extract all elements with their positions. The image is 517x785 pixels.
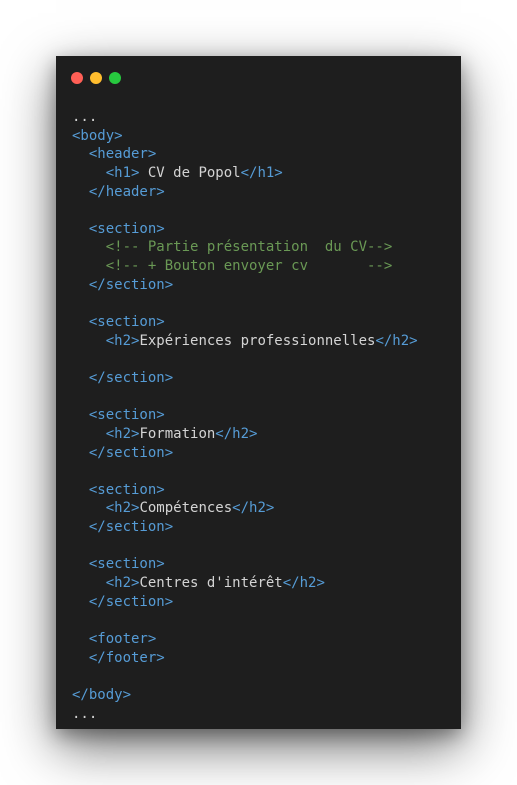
code-token-tag: </section> (72, 369, 174, 386)
code-token-tag: <h2> (72, 425, 140, 442)
window-controls (71, 72, 121, 84)
code-line: <h2>Expériences professionnelles</h2> (72, 332, 418, 351)
code-token-tag: </h2> (282, 575, 325, 592)
code-line: <footer> (72, 630, 418, 649)
code-line: ... (72, 705, 418, 724)
code-line: <section> (72, 481, 418, 500)
code-token-comment: <!-- Partie présentation du CV--> (72, 239, 393, 256)
code-line: <section> (72, 220, 418, 239)
code-line: <h1> CV de Popol</h1> (72, 164, 418, 183)
code-line: <section> (72, 555, 418, 574)
code-token-tag: </h2> (215, 425, 258, 442)
code-token-tag: <section> (72, 556, 165, 573)
code-line: <!-- + Bouton envoyer cv --> (72, 257, 418, 276)
code-token-tag: <section> (72, 481, 165, 498)
code-token-tag: <section> (72, 220, 165, 237)
code-token-tag: <h2> (72, 575, 140, 592)
code-line: </section> (72, 593, 418, 612)
code-line: </section> (72, 444, 418, 463)
code-token-tag: </h2> (375, 332, 418, 349)
code-token-text: Compétences (139, 500, 233, 517)
code-token-tag: </section> (72, 444, 174, 461)
code-token-tag: </footer> (72, 649, 165, 666)
code-token-text: CV de Popol (139, 164, 241, 181)
code-token-tag: <header> (72, 146, 157, 163)
code-token-comment: <!-- + Bouton envoyer cv --> (72, 258, 393, 275)
maximize-control[interactable] (109, 72, 121, 84)
code-line: <!-- Partie présentation du CV--> (72, 238, 418, 257)
code-token-tag: <h2> (72, 500, 140, 517)
code-line: <h2>Centres d'intérêt</h2> (72, 574, 418, 593)
code-window: ... <body> <header> <h1> CV de Popol</h1>… (56, 56, 461, 729)
code-token-tag: </h1> (240, 164, 283, 181)
minimize-control[interactable] (90, 72, 102, 84)
code-token-tag: <body> (72, 127, 123, 144)
code-line: <header> (72, 145, 418, 164)
code-token-tag: </h2> (232, 500, 275, 517)
code-line: <body> (72, 127, 418, 146)
code-token-tag: </section> (72, 276, 174, 293)
code-line: </body> (72, 686, 418, 705)
code-block: ... <body> <header> <h1> CV de Popol</h1>… (72, 108, 418, 723)
code-line: <section> (72, 313, 418, 332)
code-token-tag: </section> (72, 593, 174, 610)
code-line: <section> (72, 406, 418, 425)
code-token-tag: <footer> (72, 630, 157, 647)
code-line: <h2>Formation</h2> (72, 425, 418, 444)
code-line: ... (72, 108, 418, 127)
code-token-tag: </header> (72, 183, 165, 200)
code-line: </header> (72, 183, 418, 202)
code-line: </section> (72, 276, 418, 295)
code-line: <h2>Compétences</h2> (72, 499, 418, 518)
code-line: </section> (72, 369, 418, 388)
code-line: </section> (72, 518, 418, 537)
code-token-text: Expériences professionnelles (139, 332, 376, 349)
code-token-tag: <h2> (72, 332, 140, 349)
code-token-text: ... (72, 109, 98, 125)
code-token-tag: </section> (72, 519, 174, 536)
code-line: </footer> (72, 649, 418, 668)
code-token-text: Formation (139, 425, 216, 442)
code-token-tag: <section> (72, 314, 165, 331)
code-token-text: ... (72, 705, 98, 722)
code-token-tag: <section> (72, 407, 165, 424)
code-token-text: Centres d'intérêt (139, 575, 283, 592)
code-token-tag: <h1> (72, 164, 140, 181)
close-control[interactable] (71, 72, 83, 84)
code-token-tag: </body> (72, 686, 132, 703)
